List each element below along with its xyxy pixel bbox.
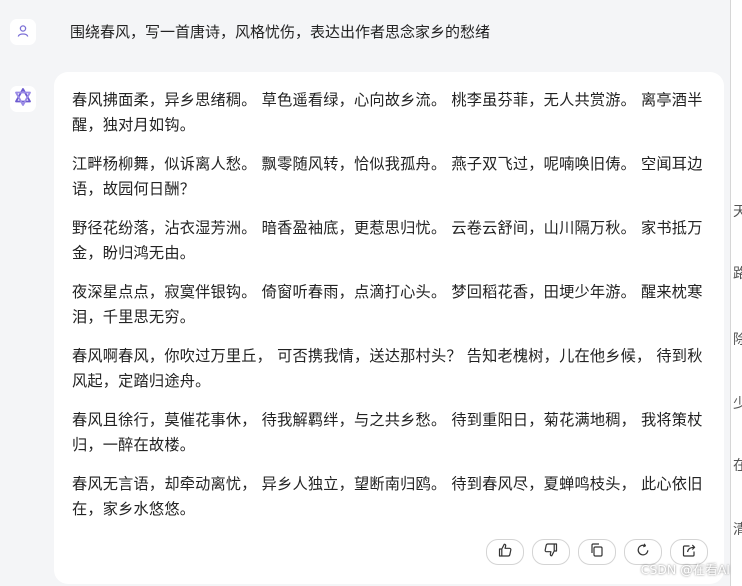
chat-panel: 围绕春风，写一首唐诗，风格忧伤，表达出作者思念家乡的愁绪 春风拂面柔，异乡思绪稠… [0,0,730,586]
copy-icon [589,542,605,562]
poem-stanza: 春风啊春风，你吹过万里丘， 可否携我情，送达那村头？ 告知老槐树，儿在他乡候， … [72,347,703,390]
dislike-button[interactable] [532,539,570,565]
background-window-edge: 天 路 除 少 在 清 [730,0,742,586]
poem-stanza: 春风且徐行，莫催花事休， 待我解羁绊，与之共乡愁。 待到重阳日，菊花满地稠， 我… [72,411,703,454]
ai-response-card: 春风拂面柔，异乡思绪稠。 草色遥看绿，心向故乡流。 桃李虽芬菲，无人共赏游。 离… [54,72,724,584]
user-message: 围绕春风，写一首唐诗，风格忧伤，表达出作者思念家乡的愁绪 [70,23,491,41]
thumbs-down-icon [543,542,559,562]
background-text: 清 [733,522,742,538]
poem-stanza: 春风无言语，却牵动离忧， 异乡人独立，望断南归鸥。 待到春风尽，夏蝉鸣枝头， 此… [72,475,703,518]
ai-avatar [10,86,36,112]
background-text: 路 [733,266,742,282]
user-avatar [10,19,36,45]
watermark: CSDN @在看AI [640,562,730,577]
ai-response-text: 春风拂面柔，异乡思绪稠。 草色遥看绿，心向故乡流。 桃李虽芬菲，无人共赏游。 离… [72,88,704,536]
copy-button[interactable] [578,539,616,565]
background-text: 天 [733,204,742,220]
poem-stanza: 夜深星点点，寂寞伴银钩。 倚窗听春雨，点滴打心头。 梦回稻花香，田埂少年游。 醒… [72,283,703,326]
ai-logo-icon [13,87,33,111]
poem-stanza: 春风拂面柔，异乡思绪稠。 草色遥看绿，心向故乡流。 桃李虽芬菲，无人共赏游。 离… [72,91,703,134]
background-text: 在 [733,458,742,474]
like-button[interactable] [486,539,524,565]
poem-stanza: 江畔杨柳舞，似诉离人愁。 飘零随风转，恰似我孤舟。 燕子双飞过，呢喃唤旧俦。 空… [72,155,703,198]
user-icon [16,23,30,42]
poem-stanza: 野径花纷落，沾衣湿芳洲。 暗香盈袖底，更惹思归忧。 云卷云舒间，山川隔万秋。 家… [72,219,703,262]
thumbs-up-icon [497,542,513,562]
background-text: 少 [733,396,742,412]
background-text: 除 [733,332,742,348]
